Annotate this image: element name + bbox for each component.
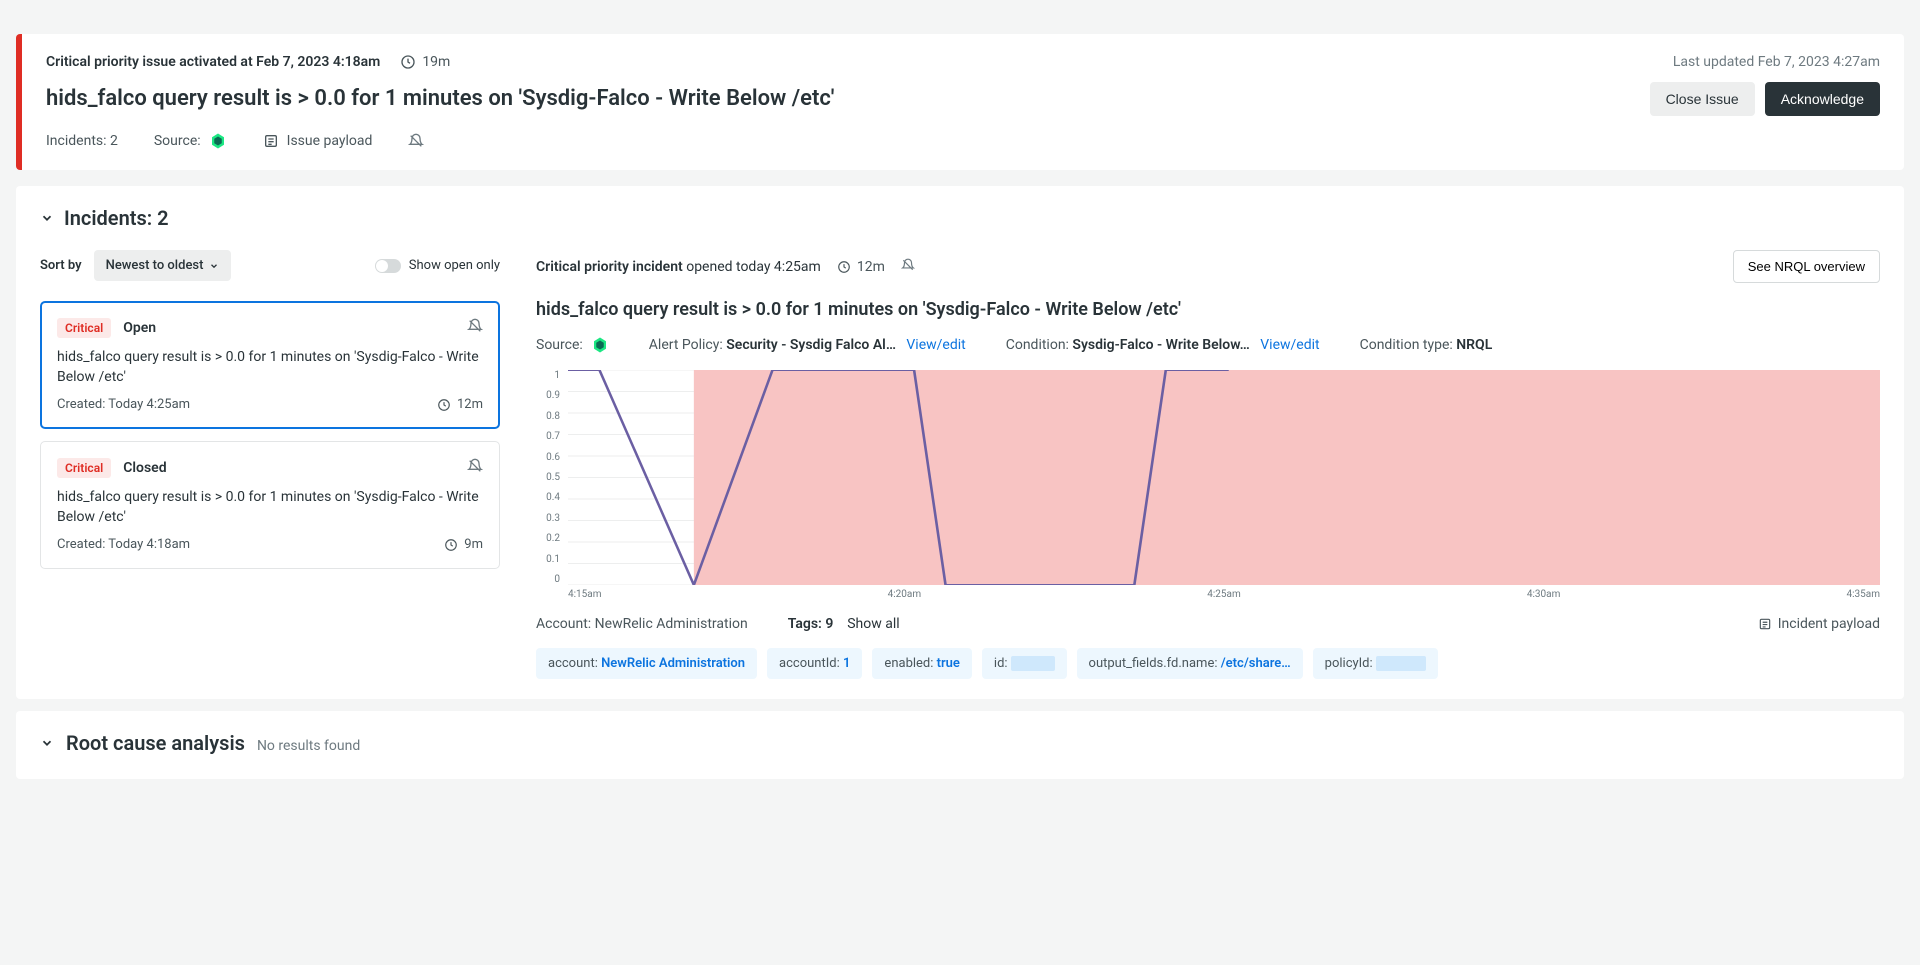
x-tick: 4:15am bbox=[568, 589, 602, 600]
tag-output-fields[interactable]: output_fields.fd.name: /etc/share… bbox=[1077, 648, 1303, 679]
incident-duration: 12m bbox=[837, 259, 885, 275]
incidents-section-header[interactable]: Incidents: 2 bbox=[40, 206, 1880, 230]
mute-icon[interactable] bbox=[467, 458, 483, 478]
mute-icon[interactable] bbox=[408, 133, 424, 149]
incident-created: Created: Today 4:25am bbox=[57, 397, 190, 412]
incident-payload-link[interactable]: Incident payload bbox=[1758, 616, 1880, 632]
tag-account[interactable]: account: NewRelic Administration bbox=[536, 648, 757, 679]
issue-header-card: Critical priority issue activated at Feb… bbox=[16, 34, 1904, 170]
condition-view-edit-link[interactable]: View/edit bbox=[1260, 337, 1319, 353]
sort-by-label: Sort by bbox=[40, 258, 82, 273]
condition: Condition: Sysdig-Falco - Write Below… V… bbox=[1006, 337, 1320, 353]
chevron-down-icon[interactable] bbox=[40, 211, 54, 225]
close-issue-button[interactable]: Close Issue bbox=[1650, 82, 1755, 116]
show-open-only-label: Show open only bbox=[409, 258, 500, 273]
incident-card[interactable]: Critical Open hids_falco query result is… bbox=[40, 301, 500, 429]
tag-enabled[interactable]: enabled: true bbox=[872, 648, 972, 679]
acknowledge-button[interactable]: Acknowledge bbox=[1765, 82, 1880, 116]
x-tick: 4:35am bbox=[1847, 589, 1881, 600]
rca-subtitle: No results found bbox=[257, 738, 360, 754]
severity-badge: Critical bbox=[57, 458, 111, 478]
incidents-section-title: Incidents: 2 bbox=[64, 206, 169, 230]
clock-icon bbox=[837, 260, 851, 274]
issue-title: hids_falco query result is > 0.0 for 1 m… bbox=[46, 85, 834, 114]
incident-detail-column: Critical priority incident opened today … bbox=[536, 250, 1880, 679]
condition-type: Condition type: NRQL bbox=[1360, 337, 1493, 353]
alert-policy-view-edit-link[interactable]: View/edit bbox=[906, 337, 965, 353]
tag-accountid[interactable]: accountId: 1 bbox=[767, 648, 862, 679]
root-cause-section: Root cause analysis No results found bbox=[16, 711, 1904, 779]
incident-created: Created: Today 4:18am bbox=[57, 537, 190, 552]
payload-icon bbox=[263, 133, 279, 149]
incidents-list-column: Sort by Newest to oldest Show open only … bbox=[40, 250, 500, 679]
detail-source: Source: bbox=[536, 336, 609, 354]
show-open-only-toggle[interactable] bbox=[375, 259, 401, 273]
x-tick: 4:25am bbox=[1207, 589, 1241, 600]
alert-policy: Alert Policy: Security - Sysdig Falco Al… bbox=[649, 337, 966, 353]
y-tick: 0.3 bbox=[536, 513, 560, 524]
incident-description: hids_falco query result is > 0.0 for 1 m… bbox=[57, 488, 483, 527]
newrelic-icon bbox=[209, 132, 227, 150]
account-tags-row: Account: NewRelic Administration Tags: 9… bbox=[536, 616, 1880, 632]
y-tick: 0.8 bbox=[536, 411, 560, 422]
tags-count: Tags: 9 bbox=[788, 616, 834, 632]
incident-description: hids_falco query result is > 0.0 for 1 m… bbox=[57, 348, 483, 387]
last-updated: Last updated Feb 7, 2023 4:27am bbox=[1673, 54, 1880, 70]
rca-title: Root cause analysis bbox=[66, 731, 245, 755]
sort-dropdown[interactable]: Newest to oldest bbox=[94, 250, 232, 281]
header-status-line: Critical priority issue activated at Feb… bbox=[46, 54, 1880, 70]
incident-chart: 1 0.9 0.8 0.7 0.6 0.5 0.4 0.3 0.2 0.1 0 4:15am 4:20… bbox=[536, 370, 1880, 600]
y-tick: 0 bbox=[536, 574, 560, 585]
tag-policyid[interactable]: policyId: ___ bbox=[1313, 648, 1438, 679]
y-tick: 1 bbox=[536, 370, 560, 381]
account-label: Account: NewRelic Administration bbox=[536, 616, 748, 632]
incidents-count: Incidents: 2 bbox=[46, 133, 118, 149]
detail-mute-icon[interactable] bbox=[901, 258, 915, 276]
rca-header[interactable]: Root cause analysis No results found bbox=[40, 731, 1880, 755]
incident-detail-meta: Source: Alert Policy: Security - Sysdig … bbox=[536, 336, 1880, 354]
incident-detail-title: hids_falco query result is > 0.0 for 1 m… bbox=[536, 299, 1880, 320]
y-tick: 0.2 bbox=[536, 533, 560, 544]
clock-icon bbox=[437, 398, 451, 412]
incident-duration: 9m bbox=[444, 537, 483, 552]
sort-controls: Sort by Newest to oldest Show open only bbox=[40, 250, 500, 281]
y-tick: 0.4 bbox=[536, 492, 560, 503]
issue-meta-row: Incidents: 2 Source: Issue payload bbox=[46, 132, 1880, 150]
tag-id[interactable]: id: __ bbox=[982, 648, 1067, 679]
incident-card[interactable]: Critical Closed hids_falco query result … bbox=[40, 441, 500, 569]
chevron-down-icon[interactable] bbox=[40, 736, 54, 750]
newrelic-icon bbox=[591, 336, 609, 354]
y-tick: 0.7 bbox=[536, 431, 560, 442]
x-tick: 4:20am bbox=[888, 589, 922, 600]
activated-text: Critical priority issue activated at Feb… bbox=[46, 54, 380, 70]
y-tick: 0.9 bbox=[536, 390, 560, 401]
source-meta: Source: bbox=[154, 132, 227, 150]
incident-duration: 12m bbox=[437, 397, 483, 412]
y-tick: 0.6 bbox=[536, 452, 560, 463]
incidents-section: Incidents: 2 Sort by Newest to oldest Sh… bbox=[16, 186, 1904, 699]
mute-icon[interactable] bbox=[467, 318, 483, 338]
x-tick: 4:30am bbox=[1527, 589, 1561, 600]
y-tick: 0.5 bbox=[536, 472, 560, 483]
incident-opened-line: Critical priority incident opened today … bbox=[536, 259, 821, 275]
payload-icon bbox=[1758, 617, 1772, 631]
issue-payload-link[interactable]: Issue payload bbox=[263, 133, 373, 149]
y-tick: 0.1 bbox=[536, 554, 560, 565]
tags-list: account: NewRelic Administration account… bbox=[536, 648, 1880, 679]
clock-icon bbox=[444, 538, 458, 552]
severity-badge: Critical bbox=[57, 318, 111, 338]
chevron-down-icon bbox=[209, 261, 219, 271]
see-nrql-button[interactable]: See NRQL overview bbox=[1733, 250, 1880, 283]
issue-age: 19m bbox=[400, 54, 450, 70]
status-badge: Closed bbox=[123, 460, 166, 476]
clock-icon bbox=[400, 54, 416, 70]
show-all-tags-link[interactable]: Show all bbox=[847, 616, 899, 632]
status-badge: Open bbox=[123, 320, 156, 336]
